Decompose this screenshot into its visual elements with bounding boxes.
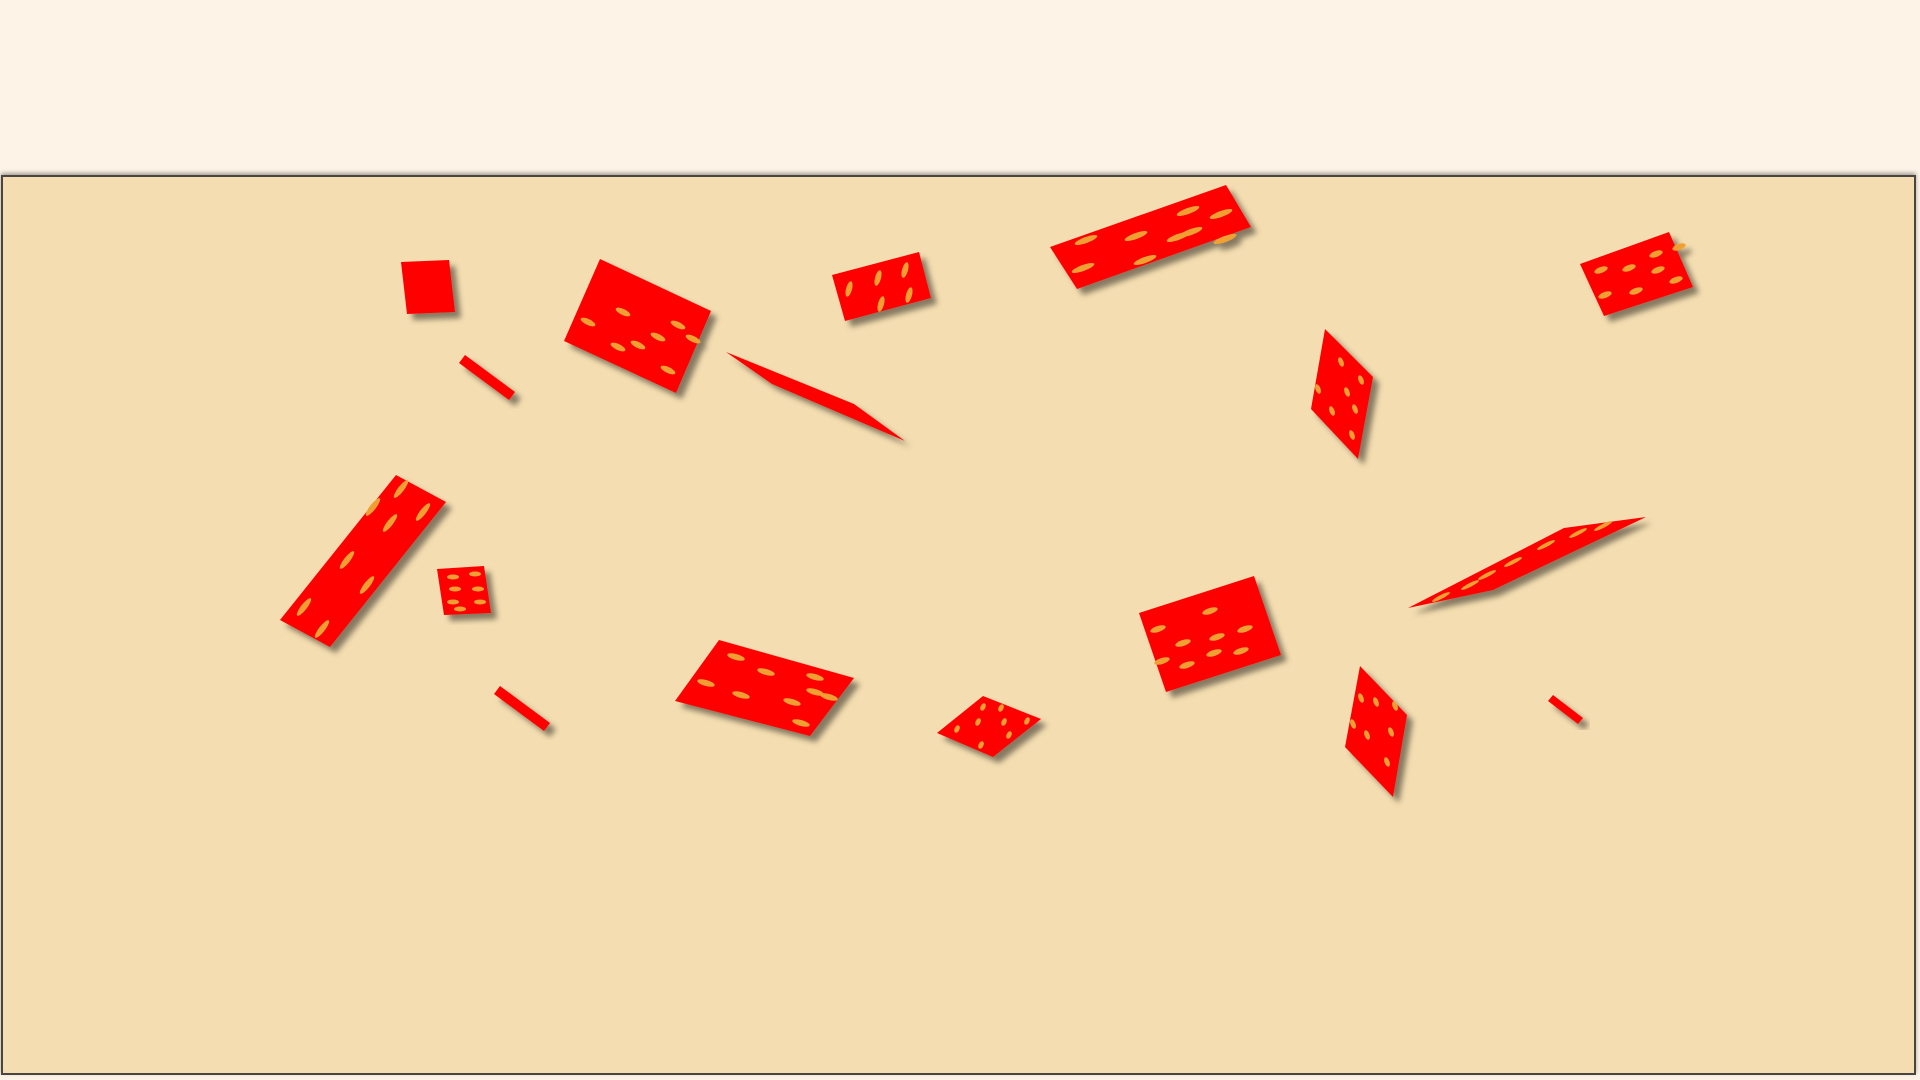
confetti-piece[interactable] (1311, 329, 1373, 459)
confetti-piece[interactable] (675, 640, 854, 736)
confetti-piece[interactable] (726, 352, 905, 441)
confetti-piece[interactable] (1345, 666, 1407, 797)
confetti-piece[interactable] (937, 696, 1041, 757)
game-board[interactable] (1, 175, 1916, 1075)
confetti-piece[interactable] (1050, 185, 1251, 289)
confetti-piece[interactable] (494, 686, 550, 731)
confetti-piece[interactable] (1548, 695, 1583, 724)
confetti-piece[interactable] (437, 566, 491, 615)
confetti-piece[interactable] (832, 252, 931, 321)
confetti-piece[interactable] (401, 260, 455, 314)
confetti-piece[interactable] (1139, 576, 1281, 692)
pieces-layer (280, 185, 1693, 797)
confetti-piece[interactable] (564, 259, 711, 393)
confetti-piece[interactable] (1408, 517, 1646, 608)
confetti-piece[interactable] (1580, 232, 1693, 316)
top-bar (0, 0, 1920, 174)
confetti-piece[interactable] (459, 355, 515, 400)
confetti-piece[interactable] (280, 475, 446, 647)
